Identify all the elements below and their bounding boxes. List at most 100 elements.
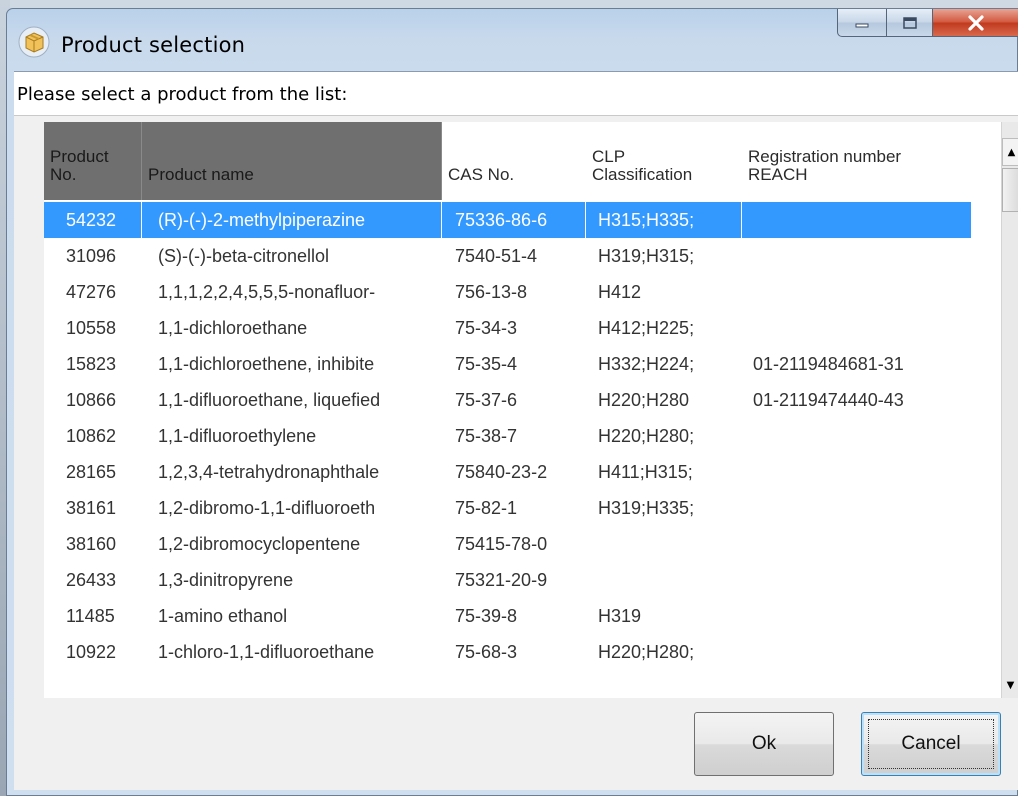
product-no-cell[interactable]: 54232	[44, 202, 142, 238]
cas-no-cell[interactable]: 75-39-8	[442, 598, 586, 634]
registration-number-cell[interactable]	[742, 634, 972, 670]
prompt-label: Please select a product from the list:	[17, 84, 348, 105]
grid-rows: 54232 (R)-(-)-2-methylpiperazine 75336-86-…	[44, 202, 972, 670]
registration-number-cell[interactable]	[742, 310, 972, 346]
cancel-button[interactable]: Cancel	[861, 712, 1001, 776]
clp-classification-cell[interactable]: H412;H225;	[586, 310, 742, 346]
product-no-cell[interactable]: 10862	[44, 418, 142, 454]
table-row[interactable]: 38161 1,2-dibromo-1,1-difluoroeth 75-82-1 H…	[44, 490, 972, 526]
product-no-cell[interactable]: 15823	[44, 346, 142, 382]
product-name-cell[interactable]: 1,2-dibromo-1,1-difluoroeth	[142, 490, 442, 526]
grid-header: Product No. Product name CAS No. CLP Cla…	[44, 122, 972, 200]
product-no-cell[interactable]: 31096	[44, 238, 142, 274]
clp-classification-cell[interactable]: H319;H335;	[586, 490, 742, 526]
clp-classification-cell[interactable]: H319	[586, 598, 742, 634]
product-name-cell[interactable]: 1,1,1,2,2,4,5,5,5-nonafluor-	[142, 274, 442, 310]
column-header-clp-classification[interactable]: CLP Classification	[586, 122, 742, 200]
registration-number-cell[interactable]	[742, 274, 972, 310]
product-name-cell[interactable]: 1,2,3,4-tetrahydronaphthale	[142, 454, 442, 490]
table-row[interactable]: 28165 1,2,3,4-tetrahydronaphthale 75840-23…	[44, 454, 972, 490]
product-name-cell[interactable]: 1,1-dichloroethene, inhibite	[142, 346, 442, 382]
clp-classification-cell[interactable]: H411;H315;	[586, 454, 742, 490]
column-header-product-no[interactable]: Product No.	[44, 122, 142, 200]
clp-classification-cell[interactable]	[586, 562, 742, 598]
registration-number-cell[interactable]	[742, 238, 972, 274]
product-name-cell[interactable]: 1,1-dichloroethane	[142, 310, 442, 346]
product-name-cell[interactable]: (R)-(-)-2-methylpiperazine	[142, 202, 442, 238]
cas-no-cell[interactable]: 75-82-1	[442, 490, 586, 526]
table-row[interactable]: 10862 1,1-difluoroethylene 75-38-7 H220;H28…	[44, 418, 972, 454]
cas-no-cell[interactable]: 75-34-3	[442, 310, 586, 346]
cas-no-cell[interactable]: 75-38-7	[442, 418, 586, 454]
product-name-cell[interactable]: (S)-(-)-beta-citronellol	[142, 238, 442, 274]
product-name-cell[interactable]: 1,3-dinitropyrene	[142, 562, 442, 598]
title-bar[interactable]: Product selection	[7, 9, 1018, 71]
table-row[interactable]: 47276 1,1,1,2,2,4,5,5,5-nonafluor- 756-13-…	[44, 274, 972, 310]
clp-classification-cell[interactable]: H332;H224;	[586, 346, 742, 382]
table-row[interactable]: 26433 1,3-dinitropyrene 75321-20-9	[44, 562, 972, 598]
registration-number-cell[interactable]	[742, 490, 972, 526]
registration-number-cell[interactable]	[742, 562, 972, 598]
clp-classification-cell[interactable]: H315;H335;	[586, 202, 742, 238]
maximize-button[interactable]	[887, 9, 933, 37]
cas-no-cell[interactable]: 7540-51-4	[442, 238, 586, 274]
cas-no-cell[interactable]: 756-13-8	[442, 274, 586, 310]
table-row[interactable]: 11485 1-amino ethanol 75-39-8 H319	[44, 598, 972, 634]
column-header-registration-number[interactable]: Registration number REACH	[742, 122, 972, 200]
scroll-up-button[interactable]: ▲	[1002, 138, 1018, 166]
table-row[interactable]: 54232 (R)-(-)-2-methylpiperazine 75336-86-…	[44, 202, 972, 238]
column-header-cas-no[interactable]: CAS No.	[442, 122, 586, 200]
cas-no-cell[interactable]: 75-68-3	[442, 634, 586, 670]
product-no-cell[interactable]: 11485	[44, 598, 142, 634]
registration-number-cell[interactable]: 01-2119484681-31	[742, 346, 972, 382]
cas-no-cell[interactable]: 75840-23-2	[442, 454, 586, 490]
product-name-cell[interactable]: 1,2-dibromocyclopentene	[142, 526, 442, 562]
product-no-cell[interactable]: 26433	[44, 562, 142, 598]
table-row[interactable]: 38160 1,2-dibromocyclopentene 75415-78-0	[44, 526, 972, 562]
clp-classification-cell[interactable]: H220;H280;	[586, 634, 742, 670]
product-name-cell[interactable]: 1,1-difluoroethylene	[142, 418, 442, 454]
registration-number-cell[interactable]	[742, 202, 972, 238]
product-name-cell[interactable]: 1-amino ethanol	[142, 598, 442, 634]
product-no-cell[interactable]: 38160	[44, 526, 142, 562]
product-no-cell[interactable]: 28165	[44, 454, 142, 490]
registration-number-cell[interactable]	[742, 454, 972, 490]
clp-classification-cell[interactable]: H220;H280;	[586, 418, 742, 454]
product-no-cell[interactable]: 38161	[44, 490, 142, 526]
registration-number-cell[interactable]	[742, 598, 972, 634]
close-button[interactable]	[933, 9, 1018, 37]
column-header-product-name[interactable]: Product name	[142, 122, 442, 200]
table-row[interactable]: 15823 1,1-dichloroethene, inhibite 75-35-4…	[44, 346, 972, 382]
table-row[interactable]: 31096 (S)-(-)-beta-citronellol 7540-51-4 H3…	[44, 238, 972, 274]
prompt-box: Please select a product from the list:	[14, 72, 1018, 116]
minimize-button[interactable]	[837, 9, 887, 37]
cas-no-cell[interactable]: 75415-78-0	[442, 526, 586, 562]
scroll-down-button[interactable]: ▼	[1002, 672, 1018, 698]
registration-number-cell[interactable]	[742, 526, 972, 562]
clp-classification-cell[interactable]: H412	[586, 274, 742, 310]
registration-number-cell[interactable]	[742, 418, 972, 454]
cas-no-cell[interactable]: 75-37-6	[442, 382, 586, 418]
clp-classification-cell[interactable]	[586, 526, 742, 562]
clp-classification-cell[interactable]: H220;H280	[586, 382, 742, 418]
registration-number-cell[interactable]: 01-2119474440-43	[742, 382, 972, 418]
table-row[interactable]: 10922 1-chloro-1,1-difluoroethane 75-68-3 H…	[44, 634, 972, 670]
product-grid[interactable]: Product No. Product name CAS No. CLP Cla…	[44, 122, 1018, 698]
product-no-cell[interactable]: 47276	[44, 274, 142, 310]
ok-button[interactable]: Ok	[694, 712, 834, 776]
table-row[interactable]: 10866 1,1-difluoroethane, liquefied 75-37-…	[44, 382, 972, 418]
scrollbar-thumb[interactable]	[1002, 168, 1018, 212]
product-name-cell[interactable]: 1,1-difluoroethane, liquefied	[142, 382, 442, 418]
product-selection-dialog: Product selection Please select a produc…	[6, 8, 1018, 796]
clp-classification-cell[interactable]: H319;H315;	[586, 238, 742, 274]
vertical-scrollbar[interactable]: ▲ ▼	[1001, 122, 1018, 698]
product-no-cell[interactable]: 10866	[44, 382, 142, 418]
table-row[interactable]: 10558 1,1-dichloroethane 75-34-3 H412;H225;	[44, 310, 972, 346]
product-name-cell[interactable]: 1-chloro-1,1-difluoroethane	[142, 634, 442, 670]
product-no-cell[interactable]: 10558	[44, 310, 142, 346]
cas-no-cell[interactable]: 75-35-4	[442, 346, 586, 382]
product-no-cell[interactable]: 10922	[44, 634, 142, 670]
cas-no-cell[interactable]: 75336-86-6	[442, 202, 586, 238]
arrow-up-icon: ▲	[1007, 146, 1016, 158]
cas-no-cell[interactable]: 75321-20-9	[442, 562, 586, 598]
